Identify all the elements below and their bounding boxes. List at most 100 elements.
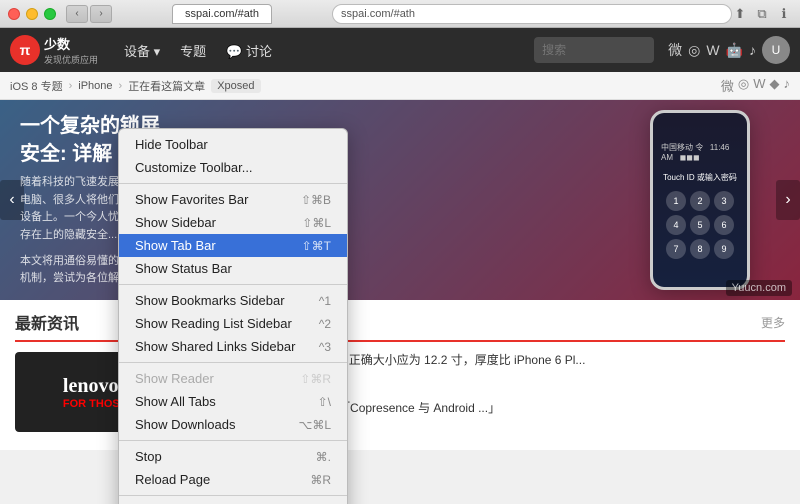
menu-label-downloads: Show Downloads: [135, 417, 235, 432]
menu-show-status[interactable]: Show Status Bar: [119, 257, 347, 280]
menu-show-downloads[interactable]: Show Downloads ⌥⌘L: [119, 413, 347, 436]
key-2[interactable]: 2: [690, 191, 710, 211]
tabs-icon[interactable]: ⧉: [754, 6, 770, 22]
menu-shortcut-reading: ^2: [319, 317, 331, 331]
menu-label-hide-toolbar: Hide Toolbar: [135, 137, 208, 152]
info-icon[interactable]: ℹ: [776, 6, 792, 22]
breadcrumb-ios8[interactable]: iOS 8 专题: [10, 78, 63, 94]
key-3[interactable]: 3: [714, 191, 734, 211]
browser-tab[interactable]: sspai.com/#ath: [172, 4, 272, 24]
rss-icon[interactable]: ◎: [688, 42, 700, 59]
share-icon[interactable]: ⬆: [732, 6, 748, 22]
menu-label-all-tabs: Show All Tabs: [135, 394, 216, 409]
menu-shortcut-tab-bar: ⇧⌘T: [302, 239, 331, 253]
close-button[interactable]: [8, 8, 20, 20]
menu-label-customize: Customize Toolbar...: [135, 160, 253, 175]
menu-sep-5: [119, 495, 347, 496]
menu-label-reading: Show Reading List Sidebar: [135, 316, 292, 331]
menu-sep-1: [119, 183, 347, 184]
maximize-button[interactable]: [44, 8, 56, 20]
menu-show-sidebar[interactable]: Show Sidebar ⇧⌘L: [119, 211, 347, 234]
phone-keypad: 1 2 3 4 5 6 7 8 9: [666, 191, 734, 259]
news-more[interactable]: 更多: [761, 314, 785, 331]
menu-hide-toolbar[interactable]: Hide Toolbar: [119, 133, 347, 156]
wechat-icon[interactable]: W: [706, 42, 719, 58]
minimize-button[interactable]: [26, 8, 38, 20]
menu-shortcut-all-tabs: ⇧\: [318, 395, 331, 409]
phone-lock-text: Touch ID 或输入密码: [663, 172, 737, 183]
menu-label-stop: Stop: [135, 449, 162, 464]
menu-shortcut-favorites: ⇧⌘B: [301, 193, 331, 207]
key-6[interactable]: 6: [714, 215, 734, 235]
news-title: 最新资讯: [15, 310, 79, 334]
search-input[interactable]: [534, 37, 654, 63]
android-icon[interactable]: 🤖: [726, 42, 743, 59]
browser-toolbar: π 少数 发现优质应用 设备 ▾ 专题 💬 讨论 微 ◎ W 🤖 ♪ U: [0, 28, 800, 72]
social-weibo[interactable]: 微: [721, 76, 734, 95]
menu-sep-3: [119, 362, 347, 363]
menu-sep-4: [119, 440, 347, 441]
menu-shortcut-reader: ⇧⌘R: [300, 372, 331, 386]
menu-label-shared: Show Shared Links Sidebar: [135, 339, 295, 354]
breadcrumb-iphone[interactable]: iPhone: [78, 80, 112, 92]
music-icon[interactable]: ♪: [749, 42, 756, 58]
nav-buttons: ‹ ›: [56, 5, 112, 23]
menu-show-tab-bar[interactable]: Show Tab Bar ⇧⌘T: [119, 234, 347, 257]
breadcrumb-current[interactable]: 正在看这篇文章: [128, 78, 205, 94]
logo-icon: π: [10, 35, 40, 65]
nav-device[interactable]: 设备 ▾: [116, 37, 168, 64]
site-info: 少数 发现优质应用: [44, 34, 98, 66]
forward-button[interactable]: ›: [90, 5, 112, 23]
breadcrumb-sep-2: ›: [119, 80, 123, 92]
titlebar: ‹ › sspai.com/#ath sspai.com/#ath ⬆ ⧉ ℹ: [0, 0, 800, 28]
menu-show-all-tabs[interactable]: Show All Tabs ⇧\: [119, 390, 347, 413]
address-bar[interactable]: sspai.com/#ath: [332, 4, 732, 24]
hero-nav-right[interactable]: ›: [776, 180, 800, 220]
menu-actual-size[interactable]: Actual Size ⌘0: [119, 500, 347, 504]
menu-customize-toolbar[interactable]: Customize Toolbar...: [119, 156, 347, 179]
menu-stop[interactable]: Stop ⌘.: [119, 445, 347, 468]
nav-discuss[interactable]: 💬 讨论: [218, 37, 280, 64]
key-1[interactable]: 1: [666, 191, 686, 211]
menu-shortcut-stop: ⌘.: [316, 450, 331, 464]
weibo-icon[interactable]: 微: [668, 40, 682, 60]
main-content: ‹ 一个复杂的锁屏安全: 详解 iO... 随着科技的飞速发展，电脑、很多人将他…: [0, 100, 800, 504]
key-5[interactable]: 5: [690, 215, 710, 235]
social-music[interactable]: ♪: [784, 76, 791, 95]
menu-label-bookmarks: Show Bookmarks Sidebar: [135, 293, 285, 308]
social-wechat[interactable]: W: [753, 76, 765, 95]
hero-image: 中国移动 令 11:46 AM ◼◼◼ Touch ID 或输入密码 1 2 3…: [600, 100, 800, 300]
menu-shortcut-downloads: ⌥⌘L: [298, 418, 331, 432]
key-4[interactable]: 4: [666, 215, 686, 235]
key-7[interactable]: 7: [666, 239, 686, 259]
menu-bookmarks-sidebar[interactable]: Show Bookmarks Sidebar ^1: [119, 289, 347, 312]
social-rss[interactable]: ◎: [738, 76, 749, 95]
traffic-lights: [0, 8, 56, 20]
menu-reload[interactable]: Reload Page ⌘R: [119, 468, 347, 491]
back-button[interactable]: ‹: [66, 5, 88, 23]
context-menu: Hide Toolbar Customize Toolbar... Show F…: [118, 128, 348, 504]
menu-shortcut-bookmarks: ^1: [319, 294, 331, 308]
menu-label-reload: Reload Page: [135, 472, 210, 487]
breadcrumb-sep-1: ›: [69, 80, 73, 92]
menu-label-reader: Show Reader: [135, 371, 214, 386]
breadcrumb-bar: iOS 8 专题 › iPhone › 正在看这篇文章 Xposed 微 ◎ W…: [0, 72, 800, 100]
key-9[interactable]: 9: [714, 239, 734, 259]
menu-shared-links[interactable]: Show Shared Links Sidebar ^3: [119, 335, 347, 358]
key-8[interactable]: 8: [690, 239, 710, 259]
toolbar-icons: 微 ◎ W 🤖 ♪ U: [662, 36, 790, 64]
address-bar-wrap: sspai.com/#ath: [332, 4, 732, 24]
menu-reading-list[interactable]: Show Reading List Sidebar ^2: [119, 312, 347, 335]
menu-label-favorites: Show Favorites Bar: [135, 192, 248, 207]
avatar[interactable]: U: [762, 36, 790, 64]
nav-menu: 设备 ▾ 专题 💬 讨论: [116, 37, 280, 64]
titlebar-icons: ⬆ ⧉ ℹ: [732, 6, 800, 22]
tag-xposed[interactable]: Xposed: [211, 79, 260, 93]
menu-show-favorites[interactable]: Show Favorites Bar ⇧⌘B: [119, 188, 347, 211]
social-icons: 微 ◎ W ◆ ♪: [721, 76, 790, 95]
menu-label-sidebar: Show Sidebar: [135, 215, 216, 230]
tab-area: sspai.com/#ath: [112, 4, 332, 24]
social-android[interactable]: ◆: [770, 76, 780, 95]
watermark: Yuucn.com: [726, 280, 792, 296]
nav-special[interactable]: 专题: [172, 37, 214, 64]
